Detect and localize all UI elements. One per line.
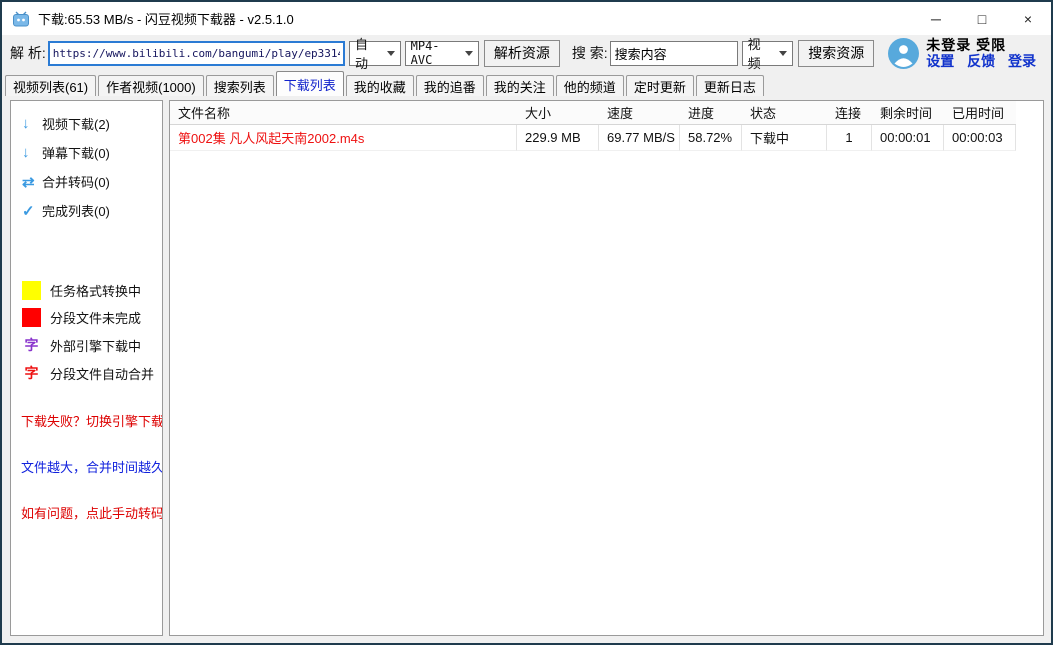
sidebar-item-danmaku-download[interactable]: ↓ 弹幕下载(0) <box>11 138 162 167</box>
column-header-size[interactable]: 大小 <box>517 101 599 125</box>
status-legend: 任务格式转换中 分段文件未完成 字 外部引擎下载中 字 分段文件自动合并 <box>11 277 162 387</box>
tab-changelog[interactable]: 更新日志 <box>696 75 764 96</box>
red-swatch <box>22 308 41 327</box>
cell-elapsed-time: 00:00:03 <box>944 125 1016 151</box>
tab-scheduled-update[interactable]: 定时更新 <box>626 75 694 96</box>
search-type-select[interactable]: 视频 <box>742 41 794 66</box>
tab-his-channel[interactable]: 他的频道 <box>556 75 624 96</box>
column-header-filename[interactable]: 文件名称 <box>170 101 517 125</box>
chevron-down-icon <box>465 51 473 56</box>
column-header-speed[interactable]: 速度 <box>599 101 680 125</box>
content-area: ↓ 视频下载(2) ↓ 弹幕下载(0) ⇄ 合并转码(0) ✓ 完成列表(0) … <box>2 96 1051 643</box>
settings-link[interactable]: 设置 <box>926 53 954 69</box>
maximize-button[interactable]: □ <box>959 2 1005 35</box>
download-arrow-icon: ↓ <box>22 115 42 132</box>
tab-download-list[interactable]: 下载列表 <box>276 71 344 96</box>
note-switch-engine: 下载失败？切换引擎下载 <box>11 411 162 430</box>
close-button[interactable]: × <box>1005 2 1051 35</box>
parse-label: 解 析: <box>10 43 46 63</box>
minimize-button[interactable]: ─ <box>913 2 959 35</box>
red-char-icon: 字 <box>22 363 41 383</box>
search-type-value: 视频 <box>748 34 771 72</box>
cell-speed: 69.77 MB/S <box>599 125 680 151</box>
sidebar: ↓ 视频下载(2) ↓ 弹幕下载(0) ⇄ 合并转码(0) ✓ 完成列表(0) … <box>10 100 163 636</box>
note-merge-time: 文件越大，合并时间越久 <box>11 457 162 476</box>
sidebar-item-label: 完成列表(0) <box>42 201 110 220</box>
sidebar-item-label: 视频下载(2) <box>42 114 110 133</box>
check-icon: ✓ <box>22 202 42 220</box>
legend-item-converting: 任务格式转换中 <box>11 277 162 304</box>
swap-arrows-icon: ⇄ <box>22 173 42 191</box>
format-select[interactable]: MP4-AVC <box>405 41 479 66</box>
login-link[interactable]: 登录 <box>1008 53 1036 69</box>
cell-status: 下载中 <box>742 125 827 151</box>
format-select-value: MP4-AVC <box>411 39 456 67</box>
window-controls: ─ □ × <box>913 2 1051 35</box>
sidebar-item-label: 合并转码(0) <box>42 172 110 191</box>
account-links: 设置 反馈 登录 <box>926 53 1045 69</box>
chevron-down-icon <box>779 51 787 56</box>
toolbar: 解 析: 自动 MP4-AVC 解析资源 搜 索: 视频 搜索资源 未登录 受限 <box>2 35 1051 71</box>
table-header: 文件名称 大小 速度 进度 状态 连接 剩余时间 已用时间 <box>170 101 1043 125</box>
tab-my-follows[interactable]: 我的关注 <box>486 75 554 96</box>
user-avatar-icon[interactable] <box>888 38 919 69</box>
download-arrow-icon: ↓ <box>22 144 42 161</box>
title-bar: 下载:65.53 MB/s - 闪豆视频下载器 - v2.5.1.0 ─ □ × <box>2 2 1051 35</box>
account-text: 未登录 受限 设置 反馈 登录 <box>926 37 1045 69</box>
search-label: 搜 索: <box>572 43 608 63</box>
tab-my-favorites[interactable]: 我的收藏 <box>346 75 414 96</box>
legend-item-segment-incomplete: 分段文件未完成 <box>11 304 162 331</box>
url-input[interactable] <box>48 41 345 66</box>
legend-item-external-engine: 字 外部引擎下载中 <box>11 331 162 359</box>
sidebar-item-merge-transcode[interactable]: ⇄ 合并转码(0) <box>11 167 162 196</box>
column-header-connections[interactable]: 连接 <box>827 101 872 125</box>
cell-progress: 58.72% <box>680 125 742 151</box>
chevron-down-icon <box>387 51 395 56</box>
parse-resource-button[interactable]: 解析资源 <box>484 40 560 67</box>
tab-search-list[interactable]: 搜索列表 <box>206 75 274 96</box>
app-window: 下载:65.53 MB/s - 闪豆视频下载器 - v2.5.1.0 ─ □ ×… <box>0 0 1053 645</box>
purple-char-icon: 字 <box>22 335 41 355</box>
mode-select[interactable]: 自动 <box>349 41 401 66</box>
legend-label: 任务格式转换中 <box>50 281 141 300</box>
legend-item-auto-merge: 字 分段文件自动合并 <box>11 359 162 387</box>
sidebar-notes: 下载失败？切换引擎下载 文件越大，合并时间越久 如有问题，点此手动转码 <box>11 411 162 522</box>
cell-filename: 第002集 凡人风起天南2002.m4s <box>170 125 517 151</box>
column-header-remaining-time[interactable]: 剩余时间 <box>872 101 944 125</box>
search-resource-button[interactable]: 搜索资源 <box>798 40 874 67</box>
app-icon <box>12 10 30 28</box>
tab-author-videos[interactable]: 作者视频(1000) <box>98 75 204 96</box>
legend-label: 分段文件自动合并 <box>50 364 154 383</box>
tab-my-bangumi[interactable]: 我的追番 <box>416 75 484 96</box>
note-manual-transcode[interactable]: 如有问题，点此手动转码 <box>11 503 162 522</box>
sidebar-item-completed-list[interactable]: ✓ 完成列表(0) <box>11 196 162 225</box>
download-table-panel: 文件名称 大小 速度 进度 状态 连接 剩余时间 已用时间 第002集 凡人风起… <box>169 100 1044 636</box>
yellow-swatch <box>22 281 41 300</box>
window-title: 下载:65.53 MB/s - 闪豆视频下载器 - v2.5.1.0 <box>38 9 294 28</box>
sidebar-item-label: 弹幕下载(0) <box>42 143 110 162</box>
column-header-progress[interactable]: 进度 <box>680 101 742 125</box>
table-row[interactable]: 第002集 凡人风起天南2002.m4s 229.9 MB 69.77 MB/S… <box>170 125 1043 151</box>
tab-bar: 视频列表(61) 作者视频(1000) 搜索列表 下载列表 我的收藏 我的追番 … <box>2 71 1051 96</box>
search-input[interactable] <box>610 41 738 66</box>
cell-connections: 1 <box>827 125 872 151</box>
tab-video-list[interactable]: 视频列表(61) <box>5 75 96 96</box>
legend-label: 分段文件未完成 <box>50 308 141 327</box>
account-area: 未登录 受限 设置 反馈 登录 <box>888 37 1045 69</box>
mode-select-value: 自动 <box>355 34 378 72</box>
login-status: 未登录 受限 <box>926 37 1045 53</box>
cell-remaining-time: 00:00:01 <box>872 125 944 151</box>
column-header-elapsed-time[interactable]: 已用时间 <box>944 101 1016 125</box>
feedback-link[interactable]: 反馈 <box>967 53 995 69</box>
column-header-status[interactable]: 状态 <box>742 101 827 125</box>
sidebar-item-video-download[interactable]: ↓ 视频下载(2) <box>11 109 162 138</box>
legend-label: 外部引擎下载中 <box>50 336 141 355</box>
cell-size: 229.9 MB <box>517 125 599 151</box>
